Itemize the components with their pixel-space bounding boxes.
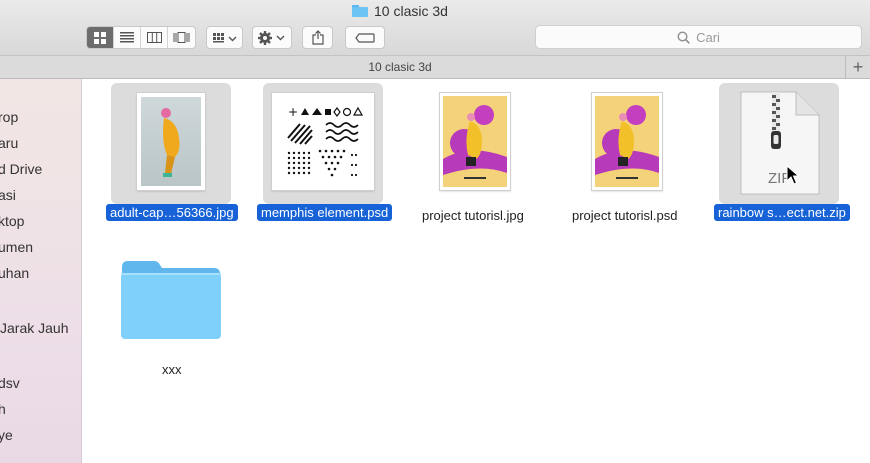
share-button[interactable] <box>302 26 333 49</box>
folder-icon <box>352 5 368 17</box>
sidebar-item-desktop[interactable]: ktop <box>0 213 24 229</box>
tab-bar: 10 clasic 3d + <box>0 56 870 79</box>
poster-image <box>443 96 507 187</box>
sidebar-item-icloud-drive[interactable]: d Drive <box>0 161 42 177</box>
columns-icon <box>146 32 162 43</box>
file-name: project tutorisl.jpg <box>422 208 524 223</box>
poster-thumbnail <box>440 93 510 190</box>
sidebar: rop aru d Drive asi ktop umen uhan Jarak… <box>0 79 82 463</box>
cover-flow-view-button[interactable] <box>168 27 195 48</box>
sidebar-item-tag-3[interactable]: ye <box>0 427 13 443</box>
sidebar-item-remote-disc[interactable]: Jarak Jauh <box>0 320 68 336</box>
group-by-button[interactable] <box>206 26 243 49</box>
gear-icon <box>258 30 285 45</box>
view-mode-segmented-control[interactable] <box>86 26 196 49</box>
grid-icon <box>94 31 106 44</box>
sidebar-item-airdrop[interactable]: rop <box>0 109 18 125</box>
search-field[interactable]: Cari <box>535 25 862 49</box>
search-icon <box>677 30 690 44</box>
sidebar-item-documents[interactable]: umen <box>0 239 33 255</box>
sidebar-item-tag-1[interactable]: dsv <box>0 375 20 391</box>
window-title: 10 clasic 3d <box>374 3 448 19</box>
folder-icon <box>121 261 221 339</box>
finder-window: 10 clasic 3d Cari 10 clasic 3d + rop aru… <box>0 0 870 463</box>
folder-name: xxx <box>162 362 182 377</box>
poster-thumbnail <box>592 93 662 190</box>
photo-thumbnail <box>137 93 205 190</box>
file-name: project tutorisl.psd <box>572 208 678 223</box>
file-name: adult-cap…56366.jpg <box>106 204 238 221</box>
svg-text:+: + <box>288 105 298 119</box>
window-title-bar: 10 clasic 3d <box>352 3 448 19</box>
action-menu-button[interactable] <box>252 26 292 49</box>
memphis-pattern-image: + <box>287 105 364 177</box>
toolbar: 10 clasic 3d Cari <box>0 0 870 56</box>
person-photo-image <box>141 97 201 186</box>
file-item[interactable]: project tutorisl.psd <box>568 83 694 228</box>
sidebar-item-tag-2[interactable]: h <box>0 401 6 417</box>
file-item[interactable]: + memphis element.psd <box>257 83 393 228</box>
mouse-cursor-icon <box>786 165 799 185</box>
column-view-button[interactable] <box>141 27 168 48</box>
tab-title[interactable]: 10 clasic 3d <box>0 60 800 74</box>
list-icon <box>120 32 134 43</box>
folder-item[interactable]: xxx <box>110 251 236 381</box>
cover-flow-icon <box>173 32 190 43</box>
file-item[interactable]: ZIP rainbow s…ect.net.zip <box>714 83 853 228</box>
sidebar-item-downloads[interactable]: uhan <box>0 265 29 281</box>
file-grid: adult-cap…56366.jpg + memphis element.ps… <box>83 79 870 463</box>
icon-view-button[interactable] <box>87 27 114 48</box>
search-placeholder: Cari <box>696 29 720 45</box>
file-item[interactable]: adult-cap…56366.jpg <box>106 83 238 228</box>
sidebar-item-recents[interactable]: aru <box>0 135 18 151</box>
file-item[interactable]: project tutorisl.jpg <box>416 83 542 228</box>
group-icon <box>212 32 236 42</box>
file-name: memphis element.psd <box>257 204 393 221</box>
list-view-button[interactable] <box>114 27 141 48</box>
file-name: rainbow s…ect.net.zip <box>714 204 850 221</box>
poster-image <box>595 96 659 187</box>
tag-icon <box>355 32 375 43</box>
share-icon <box>311 30 324 45</box>
sidebar-item-applications[interactable]: asi <box>0 187 16 203</box>
new-tab-button[interactable]: + <box>845 56 870 79</box>
psd-thumbnail: + <box>272 93 374 190</box>
tags-button[interactable] <box>345 26 385 49</box>
